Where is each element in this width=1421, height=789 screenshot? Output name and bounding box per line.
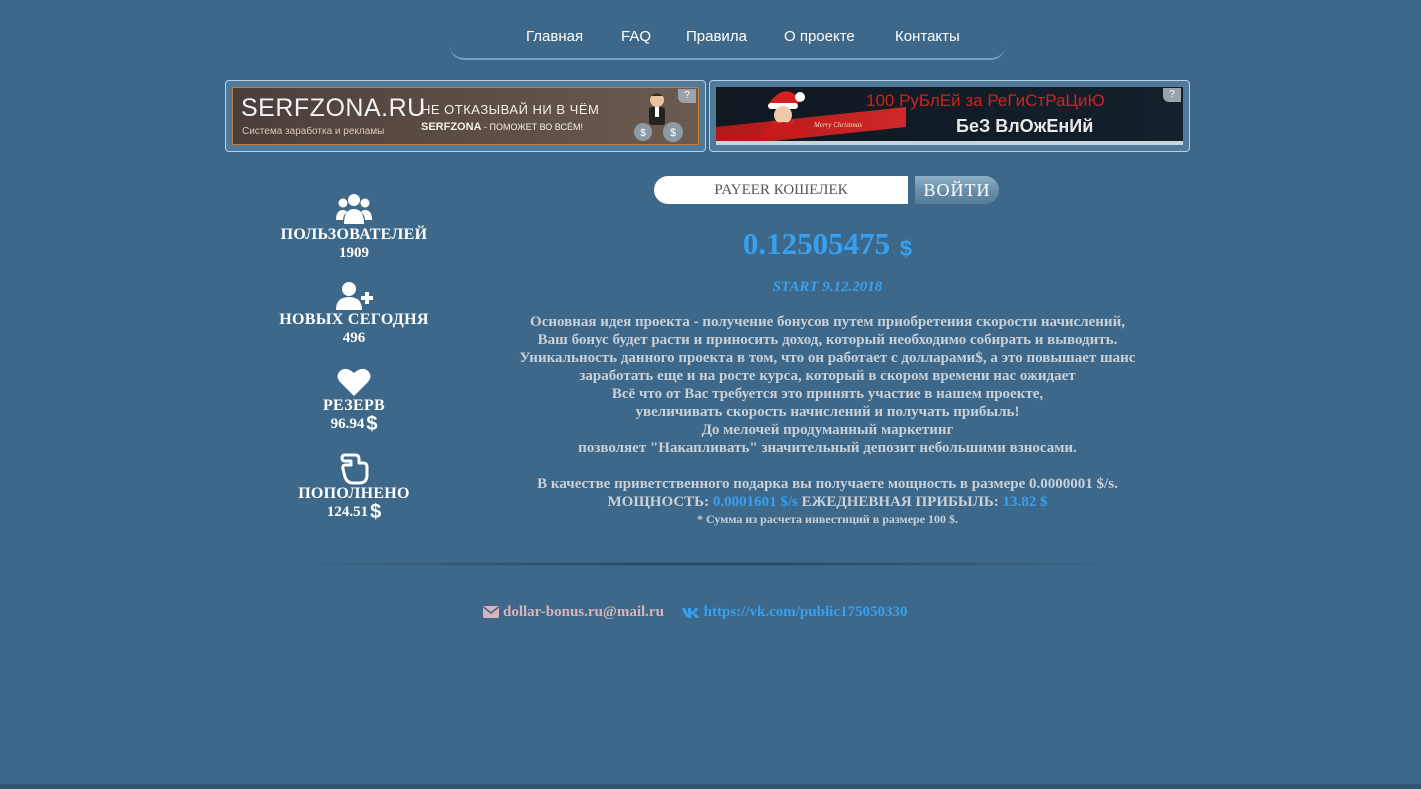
nav-home-link[interactable]: Главная <box>526 28 583 45</box>
stat-new-today-label: НОВЫХ СЕГОДНЯ <box>279 311 429 328</box>
banner-slogan: НЕ ОТКАЗЫВАЙ НИ В ЧЁМ <box>421 102 600 117</box>
banner-slogan-brand: SERFZONA <box>421 121 482 133</box>
balance-display: 0.12505475 $ <box>490 226 1165 262</box>
stat-deposited-value: 124.51 <box>326 504 369 520</box>
banner-promo-title: 100 РуБлЕй за РеГиСтРаЦиЮ <box>866 91 1105 110</box>
ad-info-badge[interactable]: ? <box>1163 88 1181 102</box>
stat-deposited-label: ПОПОЛНЕНО <box>298 485 410 502</box>
svg-text:$: $ <box>640 128 646 139</box>
stat-reserve-label: РЕЗЕРВ <box>322 397 385 414</box>
envelope-icon <box>483 606 499 618</box>
stat-reserve-value: 96.94 <box>330 416 365 432</box>
stat-reserve-amount: 96.94 $ <box>270 413 438 435</box>
email-link[interactable]: dollar-bonus.ru@mail.ru <box>483 604 668 620</box>
heart-icon <box>337 368 371 396</box>
banner-brand: SERFZONA.RU <box>241 94 426 122</box>
stat-users-value: 1909 <box>339 245 369 261</box>
investment-note: * Сумма из расчета инвестиций в размере … <box>696 512 959 526</box>
user-plus-icon <box>336 282 373 310</box>
nav-faq-link[interactable]: FAQ <box>621 28 651 45</box>
login-button[interactable]: ВОЙТИ <box>915 176 999 204</box>
stat-deposited-amount: 124.51 $ <box>270 501 438 523</box>
description-line: позволяет "Накапливать" значительный деп… <box>578 440 1077 456</box>
footer-contacts: dollar-bonus.ru@mail.ru https://vk.com/p… <box>483 604 907 621</box>
banner-slogan-line2: SERFZONA - ПОМОЖЕТ ВО ВСЁМ! <box>421 121 583 133</box>
project-description: Основная идея проекта - получение бонусо… <box>490 313 1165 527</box>
daily-profit-label: ЕЖЕДНЕВНАЯ ПРИБЫЛЬ: <box>801 494 999 510</box>
dollar-icon: $ <box>899 236 913 261</box>
vk-link[interactable]: https://vk.com/public175050330 <box>681 604 908 620</box>
hand-pointing-icon <box>340 453 369 485</box>
vk-icon <box>681 608 700 618</box>
users-icon <box>336 194 372 224</box>
stat-reserve: РЕЗЕРВ 96.94 $ <box>270 367 438 435</box>
start-date: START 9.12.2018 <box>772 279 883 295</box>
description-line: Ваш бонус будет расти и приносить доход,… <box>537 332 1118 348</box>
santa-icon <box>762 91 806 137</box>
stat-deposited: ПОПОЛНЕНО 124.51 $ <box>270 451 438 523</box>
banner-slogan-tail: - ПОМОЖЕТ ВО ВСЁМ! <box>481 122 583 132</box>
description-line: Уникальность данного проекта в том, что … <box>519 350 1136 366</box>
dollar-icon: $ <box>370 501 382 523</box>
description-line: Всё что от Вас требуется это принять уча… <box>611 386 1044 402</box>
nav-rules-link[interactable]: Правила <box>686 28 747 45</box>
ad-banner-registration[interactable]: Merry Christmas 100 РуБлЕй за РеГиСтРаЦи… <box>709 80 1190 152</box>
description-line: Основная идея проекта - получение бонусо… <box>530 314 1125 330</box>
section-divider <box>270 562 1150 566</box>
daily-profit-value: 13.82 $ <box>1002 494 1048 510</box>
banner-xmas-text: Merry Christmas <box>814 121 863 129</box>
ad-banner-registration-image[interactable]: Merry Christmas 100 РуБлЕй за РеГиСтРаЦи… <box>716 87 1183 145</box>
payeer-wallet-input[interactable] <box>654 176 908 204</box>
ad-banner-serfzona[interactable]: SERFZONA.RU Система заработка и рекламы … <box>225 80 706 152</box>
bottom-bar <box>0 784 1421 789</box>
stat-new-today-value: 496 <box>342 330 366 346</box>
vk-url: https://vk.com/public175050330 <box>703 604 908 620</box>
power-label: МОЩНОСТЬ: <box>607 494 710 510</box>
power-line: МОЩНОСТЬ: 0.0001601 $/s ЕЖЕДНЕВНАЯ ПРИБЫ… <box>490 493 1165 511</box>
stat-users: ПОЛЬЗОВАТЕЛЕЙ 1909 <box>270 192 438 262</box>
nav-about-link[interactable]: О проекте <box>784 28 855 45</box>
description-line: До мелочей продуманный маркетинг <box>701 422 954 438</box>
ad-info-badge[interactable]: ? <box>678 89 696 103</box>
ad-banner-serfzona-image[interactable]: SERFZONA.RU Система заработка и рекламы … <box>232 87 699 145</box>
stat-users-label: ПОЛЬЗОВАТЕЛЕЙ <box>280 226 428 243</box>
banner-brand-subtitle: Система заработка и рекламы <box>242 126 385 137</box>
welcome-gift-text: В качестве приветственного подарка вы по… <box>537 476 1118 492</box>
banner-promo-subtitle: БеЗ ВлОжЕнИй <box>956 116 1094 136</box>
nav-contacts-link[interactable]: Контакты <box>895 28 960 45</box>
top-navigation: Главная FAQ Правила О проекте Контакты <box>450 20 1005 60</box>
description-line: заработать еще и на росте курса, который… <box>579 368 1076 384</box>
email-address: dollar-bonus.ru@mail.ru <box>503 604 664 620</box>
stat-new-today: НОВЫХ СЕГОДНЯ 496 <box>270 281 438 347</box>
svg-text:$: $ <box>670 127 676 139</box>
power-value: 0.0001601 $/s <box>712 494 798 510</box>
balance-value: 0.12505475 <box>742 226 891 261</box>
description-line: увеличивать скорость начислений и получа… <box>635 404 1020 420</box>
dollar-icon: $ <box>366 413 378 435</box>
